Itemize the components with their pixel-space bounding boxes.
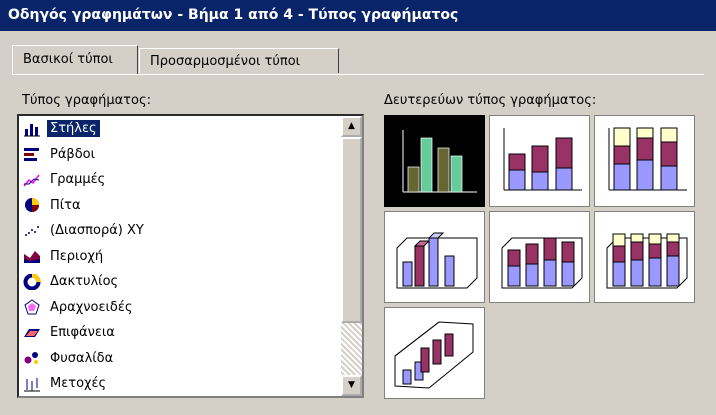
subtype-100-stacked-column[interactable] bbox=[594, 115, 695, 207]
chart-type-item[interactable]: Αραχνοειδές bbox=[19, 295, 340, 321]
chart-type-scrollbar[interactable]: ▲ ▼ bbox=[341, 116, 362, 396]
chart-type-item[interactable]: Γραμμές bbox=[19, 167, 340, 193]
chart-type-item[interactable]: Ράβδοι bbox=[19, 142, 340, 168]
subtype-3d-clustered-column[interactable] bbox=[384, 211, 485, 303]
chart-type-item[interactable]: Επιφάνεια bbox=[19, 320, 340, 346]
chart-type-label: Τύπος γραφήματος: bbox=[22, 93, 151, 108]
tab-custom-types[interactable]: Προσαρμοσμένοι τύποι bbox=[139, 48, 339, 73]
scroll-up-button[interactable]: ▲ bbox=[341, 116, 362, 137]
chart-type-item[interactable]: Μετοχές bbox=[19, 371, 340, 396]
tab-panel-border bbox=[12, 74, 704, 75]
subtype-3d-stacked-column[interactable] bbox=[489, 211, 590, 303]
chart-type-item-label: Μετοχές bbox=[50, 376, 107, 392]
scroll-thumb[interactable] bbox=[341, 137, 362, 323]
tab-standard-types[interactable]: Βασικοί τύποι bbox=[12, 45, 138, 74]
chart-type-item-label: (Διασπορά) XY bbox=[50, 223, 144, 239]
bar-chart-icon bbox=[23, 146, 41, 162]
radar-chart-icon bbox=[23, 299, 41, 315]
chart-type-item-label: Δακτυλίος bbox=[50, 274, 119, 290]
scatter-chart-icon bbox=[23, 223, 41, 239]
chart-type-item-label: Επιφάνεια bbox=[50, 325, 115, 341]
chart-type-item[interactable]: Δακτυλίος bbox=[19, 269, 340, 295]
chart-type-item-label: Πίτα bbox=[50, 197, 81, 213]
area-chart-icon bbox=[23, 248, 41, 264]
chart-type-item-label: Περιοχή bbox=[50, 248, 104, 264]
chart-type-item-label: Ράβδοι bbox=[50, 146, 96, 162]
doughnut-chart-icon bbox=[23, 273, 41, 291]
chart-type-item[interactable]: Στήλες bbox=[19, 116, 340, 142]
chart-type-item[interactable]: Πίτα bbox=[19, 193, 340, 219]
subtype-stacked-column[interactable] bbox=[489, 115, 590, 207]
subtype-clustered-column[interactable] bbox=[384, 115, 485, 207]
chart-type-item-label: Φυσαλίδα bbox=[50, 350, 114, 366]
line-chart-icon bbox=[23, 172, 41, 188]
scroll-down-button[interactable]: ▼ bbox=[341, 375, 362, 396]
subtype-3d-column[interactable] bbox=[384, 307, 485, 399]
chart-type-item[interactable]: Περιοχή bbox=[19, 244, 340, 270]
chart-type-item-label: Στήλες bbox=[47, 120, 100, 138]
bubble-chart-icon bbox=[23, 350, 41, 366]
chart-type-item[interactable]: (Διασπορά) XY bbox=[19, 218, 340, 244]
chart-type-item-label: Αραχνοειδές bbox=[50, 299, 133, 315]
subtype-3d-100-stacked-column[interactable] bbox=[594, 211, 695, 303]
chart-type-listbox[interactable]: Στήλες Ράβδοι Γραμμές Πίτα (Διασπορά) XY Περι… bbox=[17, 114, 364, 398]
chart-type-item-label: Γραμμές bbox=[50, 172, 106, 188]
surface-chart-icon bbox=[23, 325, 41, 341]
chart-subtype-label: Δευτερεύων τύπος γραφήματος: bbox=[384, 93, 597, 108]
pie-chart-icon bbox=[23, 197, 41, 213]
stock-chart-icon bbox=[23, 376, 41, 392]
window-title: Οδηγός γραφημάτων - Βήμα 1 από 4 - Τύπος… bbox=[0, 0, 716, 31]
column-chart-icon bbox=[23, 121, 41, 137]
chart-type-item[interactable]: Φυσαλίδα bbox=[19, 346, 340, 372]
